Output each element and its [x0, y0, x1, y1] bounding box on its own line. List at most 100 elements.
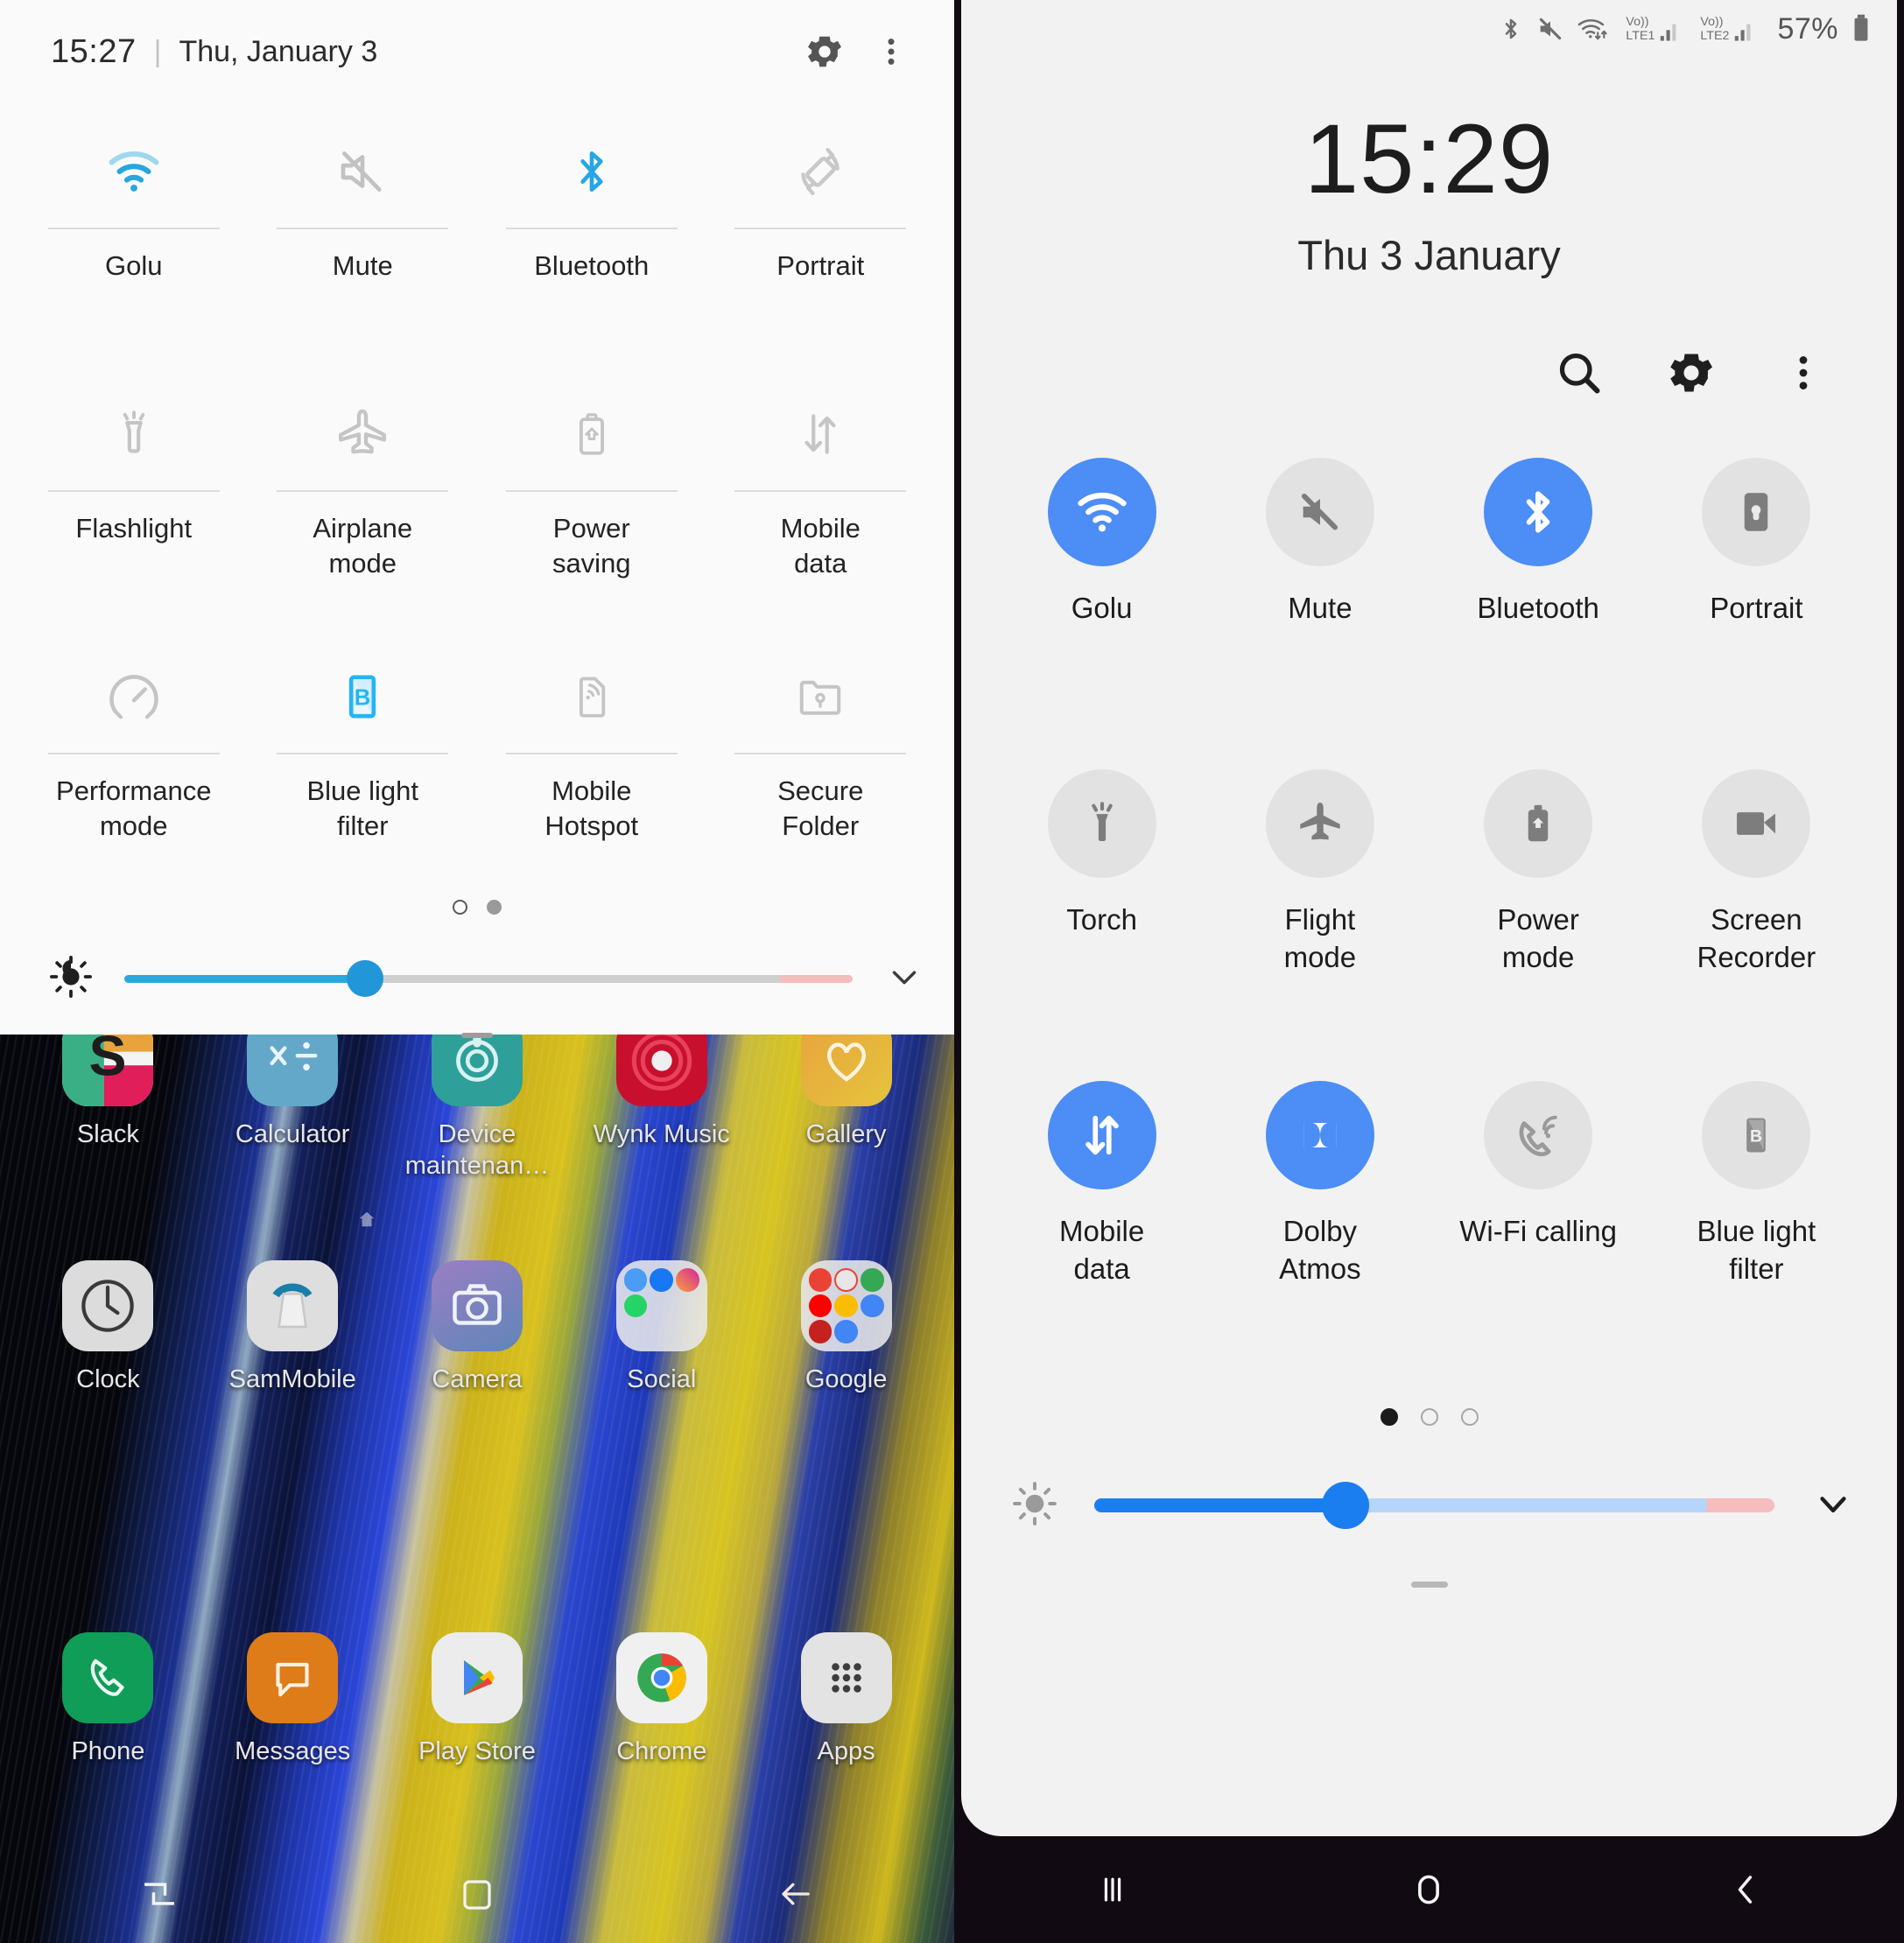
tile-toggle[interactable] [1484, 1081, 1593, 1189]
tile-power-mode[interactable]: Power mode [1430, 769, 1648, 1081]
page-dot[interactable] [1420, 1408, 1438, 1426]
menu-button[interactable] [858, 18, 924, 85]
tile-toggle[interactable] [1265, 1081, 1374, 1189]
app-messages[interactable]: Messages [200, 1632, 385, 1767]
tile-dolby-atmos[interactable]: Dolby Atmos [1211, 1081, 1429, 1392]
oneui-tile-grid: Golu Mute Bluetooth Portrait Torch Fligh… [961, 402, 1897, 1392]
app-calculator[interactable]: Calculator [200, 1035, 385, 1182]
tile-wifi-calling[interactable]: Wi-Fi calling [1430, 1081, 1648, 1392]
tile-portrait[interactable]: Portrait [1648, 458, 1865, 769]
home-button[interactable] [1363, 1841, 1494, 1939]
app-label: Device maintenan… [404, 1120, 550, 1180]
app-phone[interactable]: Phone [16, 1632, 200, 1767]
tile-blue-light-filter[interactable]: B Blue light filter [249, 628, 478, 891]
tile-mute[interactable]: Mute [1211, 458, 1429, 769]
chrome-icon [615, 1632, 707, 1723]
app-play-store[interactable]: Play Store [385, 1632, 570, 1767]
right-navigation-bar [954, 1836, 1904, 1943]
tile-bluetooth[interactable]: Bluetooth [1430, 458, 1648, 769]
recents-button[interactable] [94, 1845, 225, 1943]
tile-portrait[interactable]: Portrait [706, 103, 936, 366]
tile-mobile-hotspot[interactable]: Mobile Hotspot [477, 628, 706, 891]
tile-golu[interactable]: Golu [19, 103, 249, 366]
page-dot[interactable] [1460, 1408, 1479, 1426]
tile-toggle[interactable] [1702, 458, 1811, 566]
page-dot[interactable] [453, 899, 467, 915]
menu-button[interactable] [1774, 344, 1832, 402]
app-sammobile[interactable]: SamMobile [200, 1260, 385, 1395]
brightness-icon [49, 955, 93, 1003]
back-button[interactable] [1680, 1841, 1811, 1939]
tile-flight-mode[interactable]: Flight mode [1211, 769, 1429, 1081]
tile-flashlight[interactable]: Flashlight [19, 366, 249, 628]
tile-torch[interactable]: Torch [993, 769, 1211, 1081]
app-row: S Slack Calculator Device maintenan… Wyn… [0, 1035, 954, 1182]
tile-divider [47, 753, 220, 754]
status-clock: 15:27 [51, 32, 137, 70]
tile-secure-folder[interactable]: Secure Folder [706, 628, 936, 891]
home-button[interactable] [411, 1845, 543, 1943]
tile-toggle[interactable] [1484, 769, 1593, 878]
wifi-icon [1077, 492, 1127, 532]
messages-icon [247, 1632, 339, 1723]
gear-icon [808, 36, 841, 67]
tile-toggle[interactable]: B [1702, 1081, 1811, 1189]
brightness-slider[interactable] [124, 960, 853, 997]
tile-airplane-mode[interactable]: Airplane mode [249, 366, 478, 628]
panel-drag-handle[interactable] [961, 1562, 1897, 1588]
gallery-icon [800, 1035, 892, 1106]
tile-toggle[interactable] [1047, 458, 1156, 566]
tile-label: Portrait [776, 250, 865, 281]
tile-toggle[interactable] [1265, 769, 1374, 878]
tile-mobile-data[interactable]: Mobile data [706, 366, 936, 628]
brightness-slider-knob[interactable] [1322, 1482, 1370, 1529]
tile-bluetooth[interactable]: Bluetooth [477, 103, 706, 366]
tile-divider [734, 753, 907, 754]
app-clock[interactable]: Clock [16, 1260, 200, 1395]
app-device-maintenance[interactable]: Device maintenan… [385, 1035, 570, 1182]
app-slack[interactable]: S Slack [16, 1035, 200, 1182]
tile-screen-recorder[interactable]: Screen Recorder [1648, 769, 1865, 1081]
tile-toggle[interactable] [1047, 769, 1156, 878]
app-chrome[interactable]: Chrome [569, 1632, 754, 1767]
folder-icon [800, 1260, 892, 1351]
drag-handle-bar [461, 1033, 493, 1038]
page-dot-active[interactable] [1380, 1408, 1398, 1426]
volume-mute-icon [334, 124, 391, 219]
app-folder-google[interactable]: Google [754, 1260, 938, 1395]
tile-mobile-data[interactable]: Mobile data [993, 1081, 1211, 1392]
settings-button[interactable] [791, 18, 858, 85]
app-label: Apps [817, 1737, 875, 1765]
panel-drag-handle[interactable] [0, 1028, 954, 1038]
app-gallery[interactable]: Gallery [754, 1035, 938, 1182]
tile-toggle[interactable] [1484, 458, 1593, 566]
app-wynk-music[interactable]: Wynk Music [569, 1035, 754, 1182]
tile-toggle[interactable] [1702, 769, 1811, 878]
tile-golu[interactable]: Golu [993, 458, 1211, 769]
recents-button[interactable] [1047, 1841, 1178, 1939]
tile-power-saving[interactable]: Power saving [477, 366, 706, 628]
back-button[interactable] [729, 1845, 861, 1943]
app-camera[interactable]: Camera [385, 1260, 570, 1395]
wynk-music-icon [615, 1035, 707, 1106]
status-bar: Vo)) LTE1 Vo)) LTE2 57% [961, 0, 1897, 58]
oneui-page-indicator[interactable] [961, 1408, 1897, 1426]
app-folder-social[interactable]: Social [569, 1260, 754, 1395]
brightness-slider[interactable] [1094, 1482, 1774, 1529]
settings-button[interactable] [1662, 344, 1720, 402]
legacy-quick-settings-panel: 15:27 | Thu, January 3 Golu Mute Bluetoo… [0, 0, 954, 1038]
tile-performance-mode[interactable]: Performance mode [19, 628, 249, 891]
page-dot-active[interactable] [487, 899, 502, 915]
tile-label: Torch [1066, 903, 1137, 936]
app-apps-drawer[interactable]: Apps [754, 1632, 938, 1767]
brightness-expand-button[interactable] [884, 957, 924, 1001]
tile-toggle[interactable] [1047, 1081, 1156, 1189]
tile-blue-light-filter[interactable]: B Blue light filter [1648, 1081, 1865, 1392]
tile-label: Flashlight [75, 513, 193, 544]
search-button[interactable] [1550, 344, 1608, 402]
tile-toggle[interactable] [1265, 458, 1374, 566]
brightness-expand-button[interactable] [1809, 1480, 1857, 1532]
tile-mute[interactable]: Mute [249, 103, 478, 366]
brightness-slider-knob[interactable] [346, 960, 383, 997]
panel-date: Thu 3 January [1297, 232, 1561, 278]
